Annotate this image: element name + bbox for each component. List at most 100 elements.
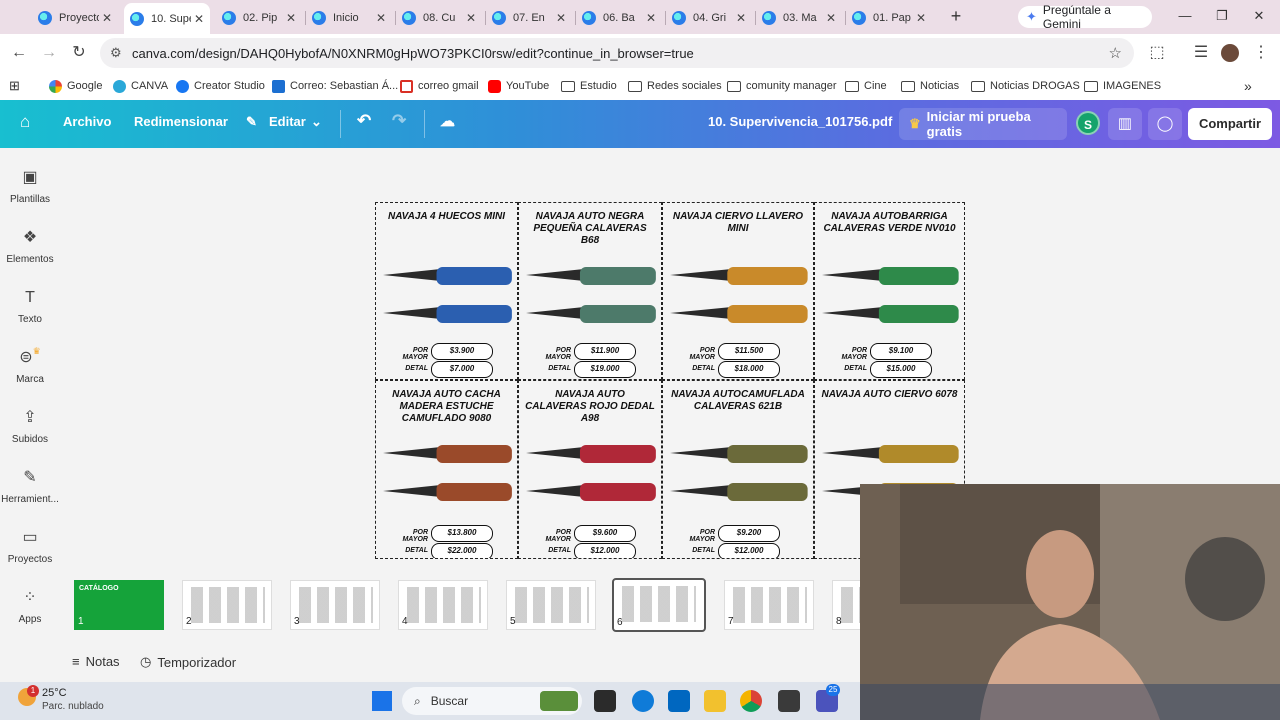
chrome-icon[interactable] <box>740 690 762 712</box>
timer-button[interactable]: ◷ Temporizador <box>140 654 236 670</box>
close-tab-icon[interactable]: ✕ <box>466 11 476 25</box>
close-tab-icon[interactable]: ✕ <box>286 11 296 25</box>
menu-dots-icon[interactable]: ⋮ <box>1251 43 1271 63</box>
more-bookmarks-icon[interactable]: » <box>1244 78 1252 94</box>
bookmark-correo[interactable]: Correo: Sebastian Á... <box>272 78 398 94</box>
tab-proyectos[interactable]: Proyectos ✕ <box>32 5 118 31</box>
document-title[interactable]: 10. Supervivencia_101756.pdf <box>708 114 892 129</box>
store-icon[interactable] <box>668 690 690 712</box>
taskbar-search[interactable]: ⌕ Buscar <box>402 687 582 715</box>
tab-pap[interactable]: 01. Pap ✕ <box>846 5 932 31</box>
new-tab-button[interactable]: + <box>946 6 966 26</box>
bookmark-folder-cine[interactable]: Cine <box>845 78 887 94</box>
bookmark-creator-studio[interactable]: Creator Studio <box>176 78 265 94</box>
weather-temp[interactable]: 25°C <box>42 687 67 699</box>
file-explorer-icon[interactable] <box>704 690 726 712</box>
user-avatar[interactable]: S <box>1076 111 1100 135</box>
address-bar[interactable]: ⚙ canva.com/design/DAHQ0HybofA/N0XNRM0gH… <box>100 38 1134 68</box>
page-thumbnail-7[interactable]: 7 <box>724 580 814 630</box>
close-window-button[interactable]: ✕ <box>1244 6 1274 26</box>
tab-inicio[interactable]: Inicio ✕ <box>306 5 392 31</box>
tab-supervivencia[interactable]: 10. Supervivencia ✕ <box>124 3 210 34</box>
bookmark-youtube[interactable]: YouTube <box>488 78 549 94</box>
tab-ba[interactable]: 06. Ba ✕ <box>576 5 662 31</box>
bookmark-canva[interactable]: CANVA <box>113 78 168 94</box>
page-thumbnail-1[interactable]: CATÁLOGO 1 <box>74 580 164 630</box>
sticky-notes-icon[interactable] <box>778 690 800 712</box>
apps-grid-icon[interactable]: ⊞ <box>9 78 20 94</box>
redo-icon[interactable]: ↷ <box>392 111 406 131</box>
page-thumbnail-6[interactable]: 6 <box>612 578 706 632</box>
comments-icon[interactable]: ◯ <box>1148 108 1182 140</box>
gemini-button[interactable]: ✦ Pregúntale a Gemini <box>1018 3 1152 31</box>
rail-proyectos[interactable]: ▭ Proyectos <box>0 528 60 565</box>
product-card[interactable]: NAVAJA 4 HUECOS MINI POR MAYOR $3.900 DETAL… <box>375 202 518 380</box>
trial-button[interactable]: ♛ Iniciar mi prueba gratis <box>899 108 1067 140</box>
tab-gri[interactable]: 04. Gri ✕ <box>666 5 752 31</box>
page-thumbnail-4[interactable]: 4 <box>398 580 488 630</box>
tab-pip[interactable]: 02. Pip ✕ <box>216 5 302 31</box>
bookmark-folder-redes[interactable]: Redes sociales <box>628 78 722 94</box>
close-tab-icon[interactable]: ✕ <box>736 11 746 25</box>
task-view-icon[interactable] <box>594 690 616 712</box>
page-thumbnail-2[interactable]: 2 <box>182 580 272 630</box>
close-tab-icon[interactable]: ✕ <box>556 11 566 25</box>
page-thumbnail-5[interactable]: 5 <box>506 580 596 630</box>
menu-archivo[interactable]: Archivo <box>63 114 111 129</box>
page-thumbnail-3[interactable]: 3 <box>290 580 380 630</box>
weather-desc[interactable]: Parc. nublado <box>42 701 104 712</box>
back-arrow-icon[interactable]: ← <box>9 43 29 63</box>
site-info-icon[interactable]: ⚙ <box>110 45 122 61</box>
bookmark-folder-noticias-drogas[interactable]: Noticias DROGAS <box>971 78 1080 94</box>
rail-elementos[interactable]: ❖ Elementos <box>0 228 60 265</box>
bookmark-gmail[interactable]: correo gmail <box>400 78 479 94</box>
tab-en[interactable]: 07. En ✕ <box>486 5 572 31</box>
windows-start-icon[interactable] <box>372 691 392 711</box>
tab-ma[interactable]: 03. Ma ✕ <box>756 5 842 31</box>
bookmark-folder-estudio[interactable]: Estudio <box>561 78 617 94</box>
chevron-down-icon[interactable]: ⌄ <box>311 114 322 130</box>
rail-subidos[interactable]: ⇪ Subidos <box>0 408 60 445</box>
rail-apps[interactable]: ⁘ Apps <box>0 588 60 625</box>
reload-icon[interactable]: ↻ <box>69 43 89 63</box>
profile-avatar[interactable] <box>1221 44 1239 62</box>
close-tab-icon[interactable]: ✕ <box>826 11 836 25</box>
rail-marca[interactable]: ⊜♛ Marca <box>0 346 60 385</box>
edge-icon[interactable] <box>632 690 654 712</box>
extensions-icon[interactable]: ⬚ <box>1147 43 1167 63</box>
close-tab-icon[interactable]: ✕ <box>646 11 656 25</box>
share-button[interactable]: Compartir <box>1188 108 1272 140</box>
product-card[interactable]: NAVAJA AUTOCAMUFLADA CALAVERAS 621B POR M… <box>662 380 814 559</box>
bookmark-folder-community[interactable]: comunity manager <box>727 78 837 94</box>
forward-arrow-icon[interactable]: → <box>39 43 59 63</box>
close-tab-icon[interactable]: ✕ <box>194 12 204 26</box>
reading-list-icon[interactable]: ☰ <box>1191 43 1211 63</box>
rail-plantillas[interactable]: ▣ Plantillas <box>0 168 60 205</box>
undo-icon[interactable]: ↶ <box>357 111 371 131</box>
bookmark-folder-noticias[interactable]: Noticias <box>901 78 959 94</box>
close-tab-icon[interactable]: ✕ <box>102 11 112 25</box>
minimize-button[interactable]: — <box>1170 6 1200 26</box>
insights-chart-icon[interactable]: ▥ <box>1108 108 1142 140</box>
menu-redimensionar[interactable]: Redimensionar <box>134 114 228 129</box>
maximize-button[interactable]: ❐ <box>1207 6 1237 26</box>
home-icon[interactable]: ⌂ <box>20 112 30 132</box>
bookmark-star-icon[interactable]: ☆ <box>1109 44 1122 62</box>
product-card[interactable]: NAVAJA AUTO CACHA MADERA ESTUCHE CAMUFLA… <box>375 380 518 559</box>
menu-editar[interactable]: Editar <box>269 114 306 129</box>
notes-button[interactable]: ≡ Notas <box>72 654 120 669</box>
bookmark-google[interactable]: Google <box>49 78 102 94</box>
close-tab-icon[interactable]: ✕ <box>376 11 386 25</box>
tab-cu[interactable]: 08. Cu ✕ <box>396 5 482 31</box>
product-card[interactable]: NAVAJA AUTO CALAVERAS ROJO DEDAL A98 POR … <box>518 380 662 559</box>
rail-herramientas[interactable]: ✎ Herramient... <box>0 468 60 505</box>
bookmark-folder-imagenes[interactable]: IMAGENES <box>1084 78 1161 94</box>
product-card[interactable]: NAVAJA CIERVO LLAVERO MINI POR MAYOR $11.5… <box>662 202 814 380</box>
elements-icon: ❖ <box>22 229 38 246</box>
rail-texto[interactable]: T Texto <box>0 288 60 325</box>
timer-icon: ◷ <box>140 654 152 669</box>
close-tab-icon[interactable]: ✕ <box>916 11 926 25</box>
cloud-saved-icon[interactable]: ☁ <box>440 112 455 130</box>
product-card[interactable]: NAVAJA AUTOBARRIGA CALAVERAS VERDE NV010… <box>814 202 965 380</box>
product-card[interactable]: NAVAJA AUTO NEGRA PEQUEÑA CALAVERAS B68 P… <box>518 202 662 380</box>
